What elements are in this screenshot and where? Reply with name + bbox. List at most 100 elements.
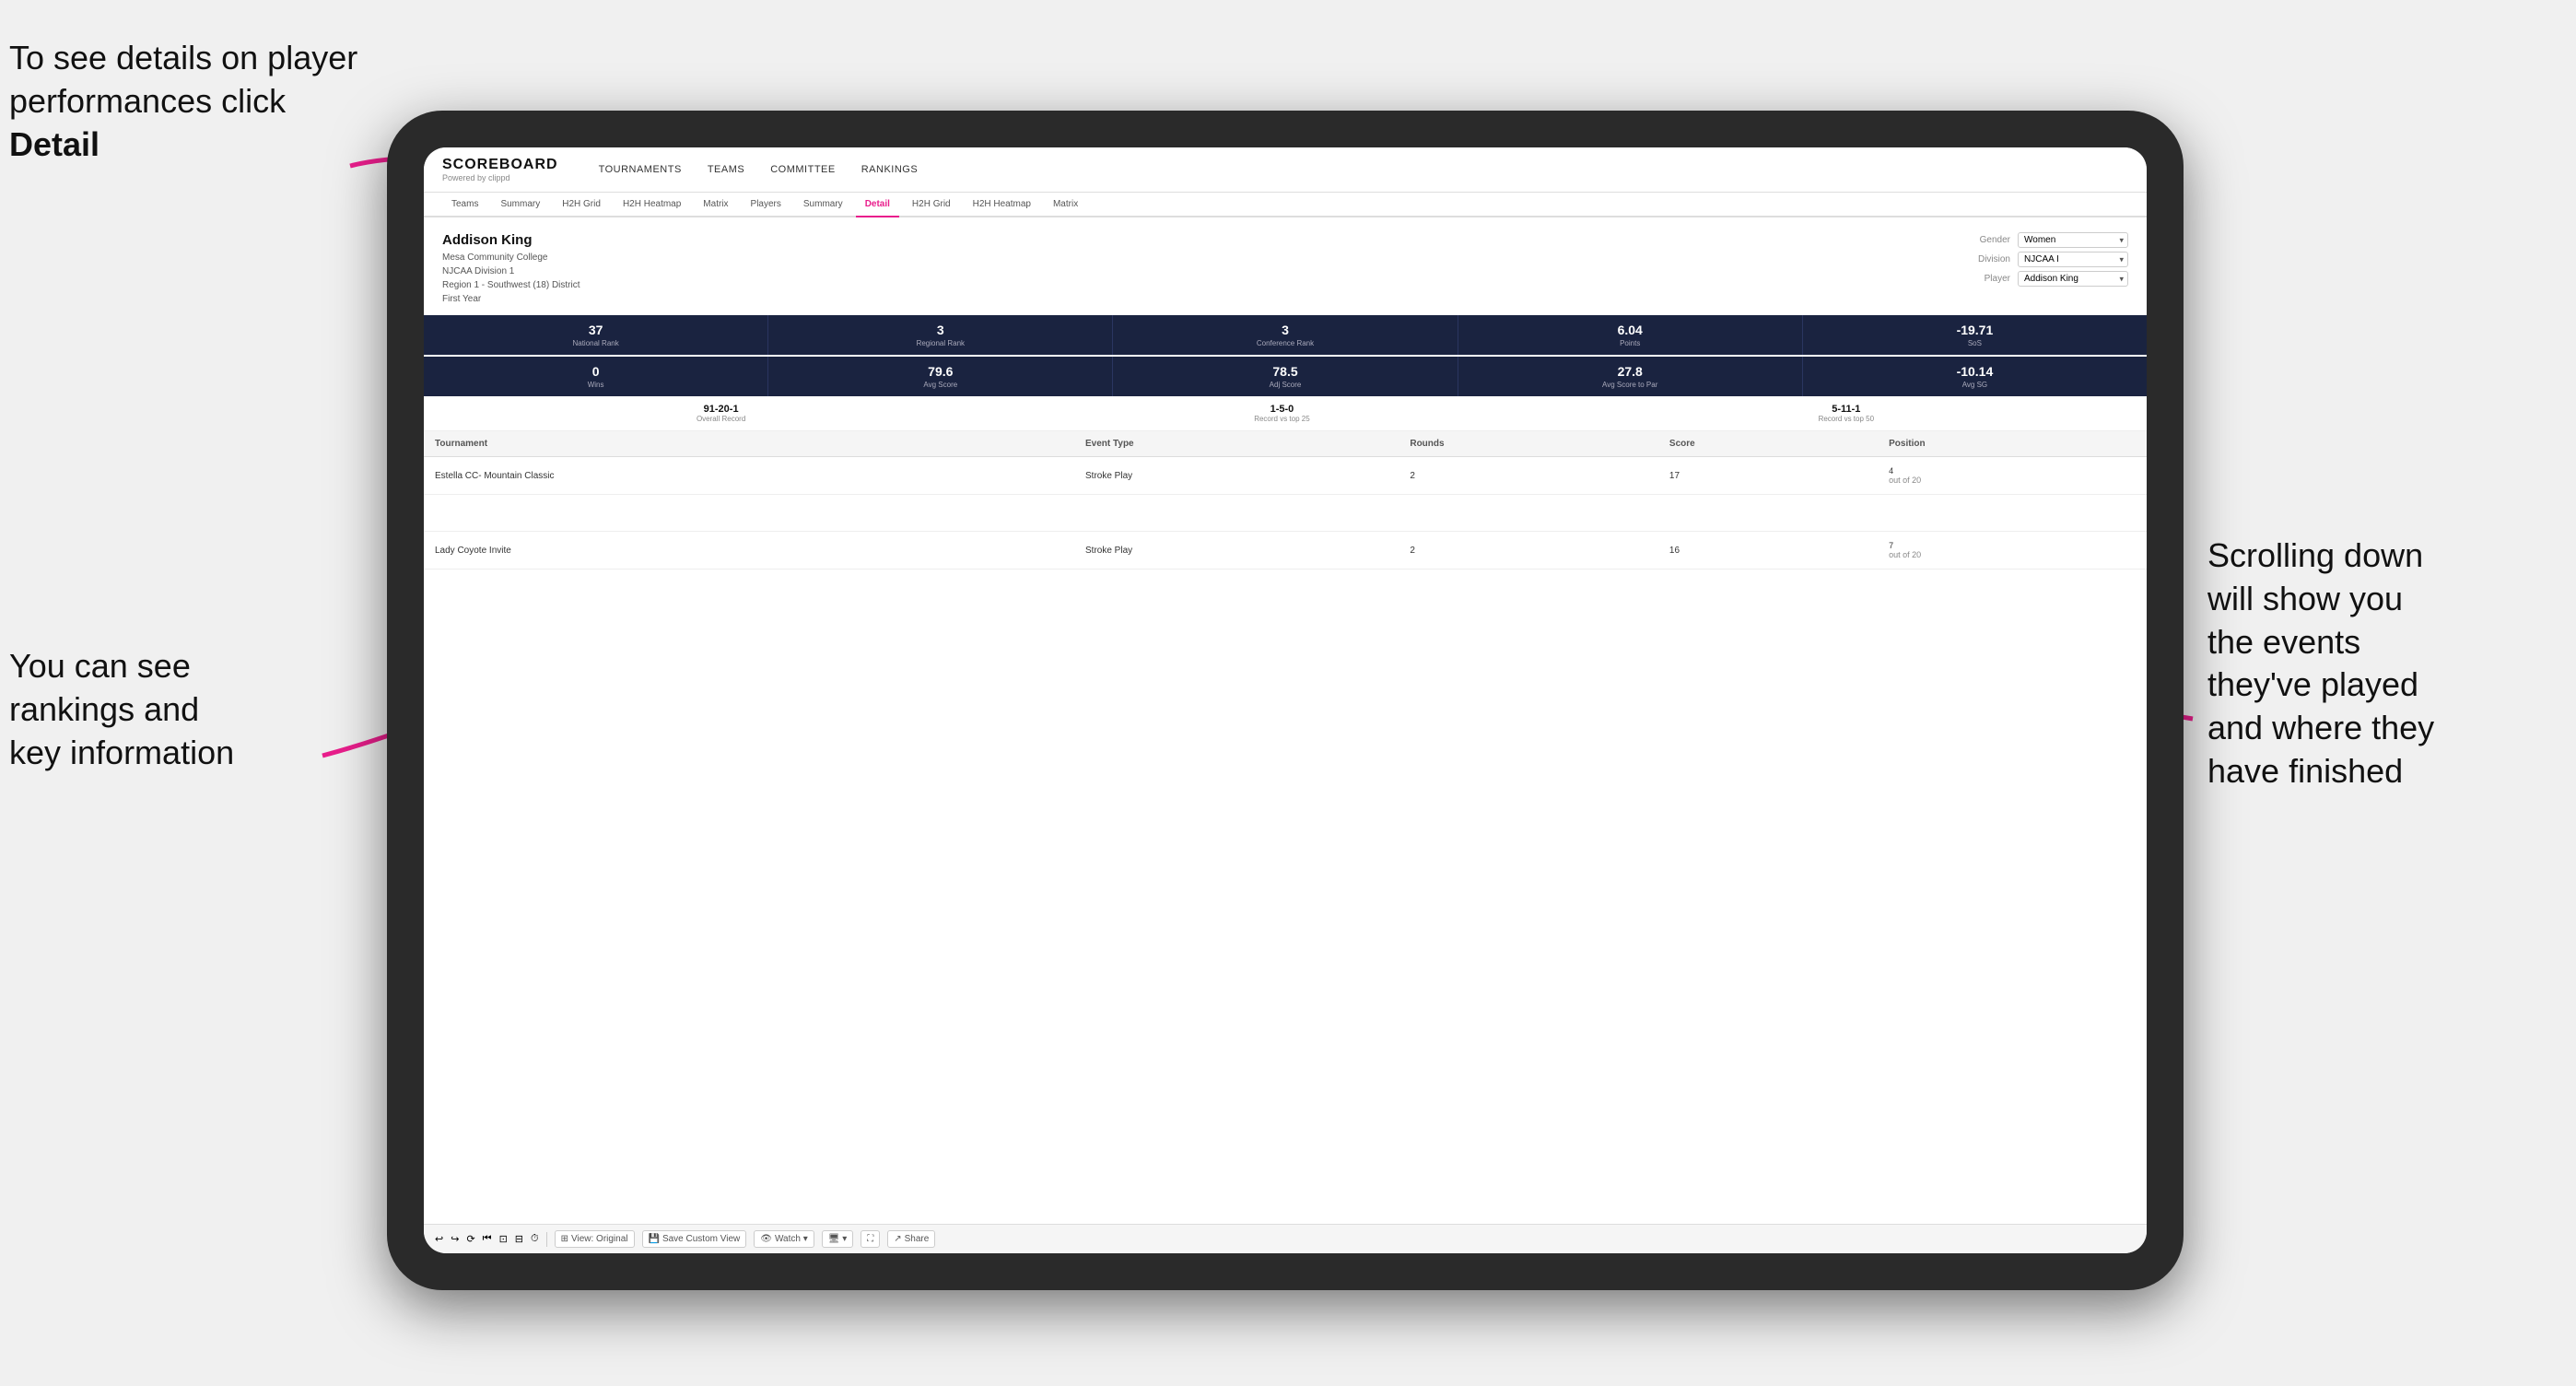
nav-committee[interactable]: COMMITTEE (767, 162, 839, 177)
record-row: 91-20-1 Overall Record 1-5-0 Record vs t… (424, 396, 2147, 431)
player-info-left: Addison King Mesa Community College NJCA… (442, 232, 580, 306)
main-content: Addison King Mesa Community College NJCA… (424, 217, 2147, 1224)
player-label: Player (1964, 274, 2010, 284)
stat-label-avg-sg: Avg SG (1809, 381, 2141, 389)
screen-btn[interactable]: 🖥 ▾ (822, 1230, 854, 1248)
gender-select[interactable]: Women Men (2018, 232, 2128, 248)
table-row[interactable]: Lady Coyote Invite Stroke Play 2 16 7out… (424, 532, 2147, 570)
division-select-wrapper[interactable]: NJCAA I NJCAA II (2018, 252, 2128, 267)
player-select[interactable]: Addison King (2018, 271, 2128, 287)
nav-teams[interactable]: TEAMS (704, 162, 748, 177)
stat-value-conference: 3 (1118, 323, 1451, 337)
stat-value-adj-score: 78.5 (1118, 364, 1451, 379)
stat-adj-score: 78.5 Adj Score (1113, 357, 1458, 396)
stat-label-avg-score: Avg Score (774, 381, 1107, 389)
division-label: Division (1964, 254, 2010, 264)
redo-icon[interactable]: ↪ (451, 1233, 459, 1245)
stat-points: 6.04 Points (1458, 315, 1803, 355)
col-position: Position (1878, 431, 2147, 457)
player-select-wrapper[interactable]: Addison King (2018, 271, 2128, 287)
record-overall-label: Overall Record (697, 415, 745, 423)
stat-label-wins: Wins (429, 381, 762, 389)
stat-value-avg-sg: -10.14 (1809, 364, 2141, 379)
player-info-right: Gender Women Men Division NJCAA I (1964, 232, 2128, 287)
stat-value-wins: 0 (429, 364, 762, 379)
watch-btn[interactable]: 👁 Watch ▾ (754, 1230, 814, 1248)
record-overall-value: 91-20-1 (697, 404, 745, 415)
share-btn[interactable]: ↗ Share (887, 1230, 935, 1248)
table-row[interactable]: Estella CC- Mountain Classic Stroke Play… (424, 457, 2147, 495)
tablet-screen: SCOREBOARD Powered by clippd TOURNAMENTS… (424, 147, 2147, 1253)
record-top50-value: 5-11-1 (1819, 404, 1874, 415)
stat-sos: -19.71 SoS (1803, 315, 2147, 355)
division-select[interactable]: NJCAA I NJCAA II (2018, 252, 2128, 267)
cell-rounds-1: 2 (1399, 457, 1658, 495)
scoreboard-logo: SCOREBOARD Powered by clippd (442, 157, 558, 182)
stats-row2: 0 Wins 79.6 Avg Score 78.5 Adj Score 27.… (424, 357, 2147, 396)
cell-empty (1878, 495, 2147, 532)
gender-select-wrapper[interactable]: Women Men (2018, 232, 2128, 248)
col-tournament: Tournament (424, 431, 1074, 457)
tab-teams[interactable]: Teams (442, 193, 487, 217)
record-overall: 91-20-1 Overall Record (697, 404, 745, 423)
cell-position-1: 4out of 20 (1878, 457, 2147, 495)
tournament-table: Tournament Event Type Rounds Score Posit… (424, 431, 2147, 570)
stat-label-conference: Conference Rank (1118, 339, 1451, 347)
stat-label-avg-par: Avg Score to Par (1464, 381, 1797, 389)
record-top25-value: 1-5-0 (1254, 404, 1309, 415)
player-detail-header: Addison King Mesa Community College NJCA… (424, 217, 2147, 315)
save-custom-view-btn[interactable]: 💾 Save Custom View (642, 1230, 747, 1248)
tablet-frame: SCOREBOARD Powered by clippd TOURNAMENTS… (387, 111, 2184, 1290)
table-row[interactable] (424, 495, 2147, 532)
nav-rankings[interactable]: RANKINGS (858, 162, 921, 177)
stat-value-points: 6.04 (1464, 323, 1797, 337)
skip-back-icon[interactable]: ⏮ (483, 1233, 492, 1245)
player-year: First Year (442, 292, 580, 306)
tab-h2h-grid2[interactable]: H2H Grid (903, 193, 960, 217)
stat-label-points: Points (1464, 339, 1797, 347)
tab-h2h-heatmap[interactable]: H2H Heatmap (614, 193, 690, 217)
refresh-icon[interactable]: ⟳ (466, 1233, 474, 1245)
tab-h2h-heatmap2[interactable]: H2H Heatmap (964, 193, 1040, 217)
fullscreen-btn[interactable]: ⛶ (861, 1230, 880, 1248)
share-icon: ↗ (894, 1234, 901, 1244)
player-row: Player Addison King (1964, 271, 2128, 287)
cell-event-type-3: Stroke Play (1074, 532, 1399, 570)
tab-matrix2[interactable]: Matrix (1044, 193, 1087, 217)
player-division: NJCAA Division 1 (442, 264, 580, 278)
stat-wins: 0 Wins (424, 357, 768, 396)
minus-icon[interactable]: ⊟ (515, 1233, 523, 1245)
gender-label: Gender (1964, 235, 2010, 245)
cell-empty (424, 495, 1074, 532)
tab-players[interactable]: Players (742, 193, 790, 217)
cell-event-type-1: Stroke Play (1074, 457, 1399, 495)
undo-icon[interactable]: ↩ (435, 1233, 443, 1245)
nav-tournaments[interactable]: TOURNAMENTS (595, 162, 685, 177)
cell-tournament-3: Lady Coyote Invite (424, 532, 1074, 570)
logo-title: SCOREBOARD (442, 157, 558, 173)
division-row: Division NJCAA I NJCAA II (1964, 252, 2128, 267)
player-region: Region 1 - Southwest (18) District (442, 278, 580, 292)
tab-summary2[interactable]: Summary (794, 193, 852, 217)
annotation-top-left: To see details on player performances cl… (9, 37, 359, 166)
gender-row: Gender Women Men (1964, 232, 2128, 248)
stat-avg-score-par: 27.8 Avg Score to Par (1458, 357, 1803, 396)
toolbar: ↩ ↪ ⟳ ⏮ ⊡ ⊟ ⏱ ⊞ View: Original 💾 Save Cu… (424, 1224, 2147, 1253)
annotation-bottom-left: You can see rankings and key information (9, 645, 322, 774)
clock-icon[interactable]: ⏱ (531, 1233, 539, 1245)
stat-value-avg-score: 79.6 (774, 364, 1107, 379)
tab-detail[interactable]: Detail (856, 193, 899, 217)
tab-h2h-grid[interactable]: H2H Grid (553, 193, 610, 217)
annotation-right: Scrolling down will show you the events … (2207, 534, 2558, 793)
view-original-btn[interactable]: ⊞ View: Original (555, 1230, 635, 1248)
record-top25: 1-5-0 Record vs top 25 (1254, 404, 1309, 423)
stat-label-national: National Rank (429, 339, 762, 347)
tab-matrix[interactable]: Matrix (694, 193, 737, 217)
sub-nav: Teams Summary H2H Grid H2H Heatmap Matri… (424, 193, 2147, 217)
record-top50-label: Record vs top 50 (1819, 415, 1874, 423)
grid-icon[interactable]: ⊡ (499, 1233, 508, 1245)
stat-avg-sg: -10.14 Avg SG (1803, 357, 2147, 396)
stat-avg-score: 79.6 Avg Score (768, 357, 1113, 396)
tab-summary[interactable]: Summary (491, 193, 549, 217)
col-rounds: Rounds (1399, 431, 1658, 457)
